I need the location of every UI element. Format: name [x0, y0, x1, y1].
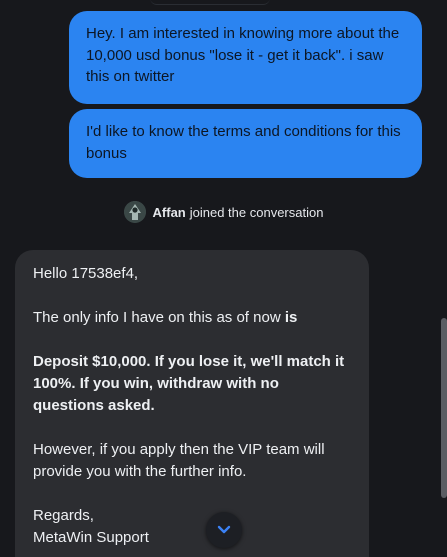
- agent-avatar: [123, 201, 146, 223]
- agent-info-bold: is: [284, 309, 298, 326]
- deposit-offer-text: Deposit $10,000. If you lose it, we'll m…: [33, 353, 345, 414]
- vip-note-text: However, if you apply then the VIP team …: [33, 441, 325, 480]
- user-message-1-text: Hey. I am interested in knowing more abo…: [86, 25, 400, 85]
- agent-joined-notice: Affan joined the conversation: [0, 199, 447, 225]
- chevron-down-icon: [217, 525, 231, 534]
- scroll-to-bottom-button[interactable]: [206, 512, 242, 548]
- agent-info-line: The only info I have on this as of now i…: [33, 307, 351, 329]
- user-message-1: Hey. I am interested in knowing more abo…: [69, 11, 422, 104]
- chat-scrollbar[interactable]: [441, 318, 447, 498]
- previous-message-edge: [150, 0, 270, 5]
- join-text: joined the conversation: [189, 204, 324, 220]
- agent-name: Affan: [152, 204, 186, 220]
- chat-window: Hey. I am interested in knowing more abo…: [0, 0, 447, 557]
- agent-message: Hello 17538ef4, The only info I have on …: [15, 250, 369, 557]
- agent-info-text: The only info I have on this as of now: [33, 309, 285, 326]
- signoff-text: Regards,: [33, 507, 94, 524]
- user-message-2: I'd like to know the terms and condition…: [69, 109, 422, 178]
- signature-text: MetaWin Support: [33, 529, 149, 546]
- user-message-2-text: I'd like to know the terms and condition…: [86, 123, 401, 162]
- agent-greeting: Hello 17538ef4,: [33, 265, 139, 282]
